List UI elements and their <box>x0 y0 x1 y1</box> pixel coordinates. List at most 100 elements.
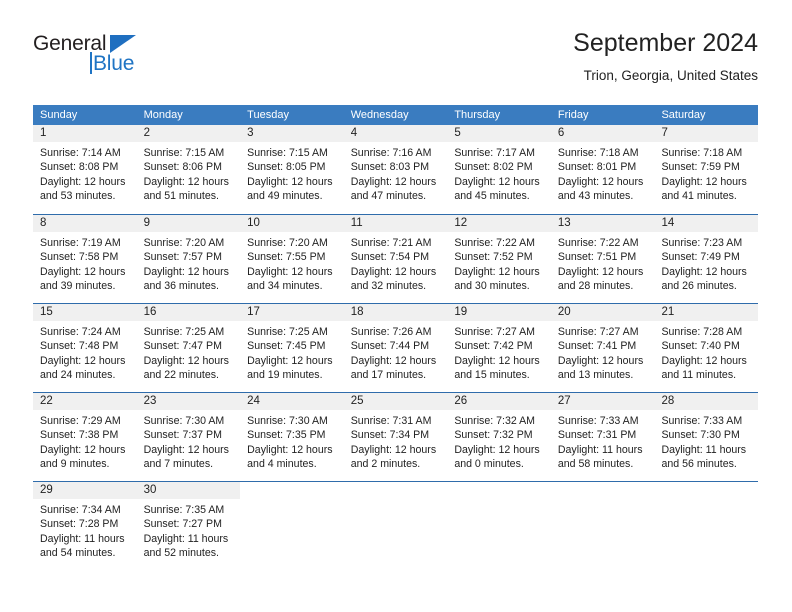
calendar-day-cell[interactable]: 11 Sunrise: 7:21 AM Sunset: 7:54 PM Dayligh… <box>343 215 448 303</box>
day-detail-line: and 0 minutes. <box>454 457 524 470</box>
calendar-day-cell[interactable]: 22 Sunrise: 7:29 AM Sunset: 7:38 PM Dayligh… <box>33 393 137 481</box>
day-number: 14 <box>654 215 759 232</box>
calendar-day-cell[interactable]: 30 Sunrise: 7:35 AM Sunset: 7:27 PM Dayligh… <box>136 482 241 570</box>
day-detail-lines: Sunrise: 7:25 AM Sunset: 7:45 PM Daylight:… <box>240 321 344 382</box>
calendar-week-row: 22 Sunrise: 7:29 AM Sunset: 7:38 PM Dayligh… <box>33 392 759 481</box>
calendar-day-cell[interactable]: 13 Sunrise: 7:22 AM Sunset: 7:51 PM Dayligh… <box>550 215 655 303</box>
day-detail-line: Sunset: 7:49 PM <box>661 251 740 264</box>
calendar-day-cell[interactable]: 7 Sunrise: 7:18 AM Sunset: 7:59 PM Daylight… <box>654 125 759 214</box>
dow-header-saturday: Saturday <box>661 109 706 121</box>
day-detail-lines: Sunrise: 7:16 AM Sunset: 8:03 PM Daylight:… <box>344 142 448 203</box>
day-number: 27 <box>550 393 655 410</box>
calendar-day-cell[interactable]: 4 Sunrise: 7:16 AM Sunset: 8:03 PM Daylight… <box>343 125 448 214</box>
day-detail-line: Sunrise: 7:33 AM <box>557 415 639 427</box>
day-detail-line: Sunset: 8:05 PM <box>247 161 326 174</box>
calendar-day-cell[interactable]: 9 Sunrise: 7:20 AM Sunset: 7:57 PM Daylight… <box>136 215 241 303</box>
day-detail-lines: Sunrise: 7:31 AM Sunset: 7:34 PM Daylight:… <box>344 410 448 471</box>
calendar-day-cell[interactable]: 10 Sunrise: 7:20 AM Sunset: 7:55 PM Dayligh… <box>240 215 344 303</box>
day-number: 26 <box>447 393 551 410</box>
calendar-day-cell[interactable]: 18 Sunrise: 7:26 AM Sunset: 7:44 PM Dayligh… <box>343 304 448 392</box>
day-detail-lines: Sunrise: 7:19 AM Sunset: 7:58 PM Daylight:… <box>33 232 137 293</box>
day-detail-line: Sunrise: 7:29 AM <box>40 415 121 427</box>
day-detail-line: Sunset: 7:59 PM <box>661 161 740 174</box>
day-detail-lines <box>447 499 551 503</box>
calendar-day-cell[interactable]: 8 Sunrise: 7:19 AM Sunset: 7:58 PM Daylight… <box>33 215 137 303</box>
day-detail-line: Sunset: 7:35 PM <box>247 429 326 442</box>
day-detail-lines: Sunrise: 7:20 AM Sunset: 7:55 PM Daylight:… <box>240 232 344 293</box>
day-detail-line: and 56 minutes. <box>661 457 737 470</box>
calendar-day-cell[interactable]: 15 Sunrise: 7:24 AM Sunset: 7:48 PM Dayligh… <box>33 304 137 392</box>
calendar-day-cell[interactable]: 27 Sunrise: 7:33 AM Sunset: 7:31 PM Dayligh… <box>550 393 655 481</box>
day-detail-line: Daylight: 12 hours <box>454 443 540 456</box>
calendar-day-cell[interactable]: 17 Sunrise: 7:25 AM Sunset: 7:45 PM Dayligh… <box>240 304 344 392</box>
day-number: 5 <box>447 125 551 142</box>
day-detail-line: Sunset: 7:52 PM <box>454 251 533 264</box>
calendar-day-cell[interactable]: 28 Sunrise: 7:33 AM Sunset: 7:30 PM Dayligh… <box>654 393 759 481</box>
day-detail-line: Sunset: 7:31 PM <box>557 429 637 442</box>
day-detail-lines <box>240 499 344 503</box>
calendar-day-cell[interactable]: 6 Sunrise: 7:18 AM Sunset: 8:01 PM Daylight… <box>550 125 655 214</box>
day-detail-line: Sunset: 7:44 PM <box>350 340 430 353</box>
day-detail-line: Sunset: 7:40 PM <box>661 340 740 353</box>
day-detail-line: Daylight: 12 hours <box>143 175 229 188</box>
calendar-week-row: 1 Sunrise: 7:14 AM Sunset: 8:08 PM Daylight… <box>33 125 759 214</box>
calendar-day-cell[interactable]: 12 Sunrise: 7:22 AM Sunset: 7:52 PM Dayligh… <box>447 215 551 303</box>
day-detail-line: Sunset: 8:08 PM <box>40 161 119 174</box>
day-number: 9 <box>136 215 241 232</box>
calendar-day-cell[interactable]: 19 Sunrise: 7:27 AM Sunset: 7:42 PM Dayligh… <box>447 304 551 392</box>
day-number: 18 <box>343 304 448 321</box>
day-number: 21 <box>654 304 759 321</box>
day-detail-line: Sunset: 7:55 PM <box>247 251 326 264</box>
day-detail-line: and 47 minutes. <box>350 189 427 202</box>
calendar-day-cell[interactable]: 3 Sunrise: 7:15 AM Sunset: 8:05 PM Daylight… <box>240 125 344 214</box>
day-detail-line: Sunrise: 7:25 AM <box>143 326 225 338</box>
brand-name-blue: Blue <box>93 52 135 75</box>
day-detail-line: and 54 minutes. <box>40 546 116 559</box>
calendar-day-cell[interactable]: 25 Sunrise: 7:31 AM Sunset: 7:34 PM Dayligh… <box>343 393 448 481</box>
day-detail-line: Sunrise: 7:20 AM <box>247 237 328 249</box>
day-detail-line: Sunrise: 7:15 AM <box>143 147 225 159</box>
day-detail-lines: Sunrise: 7:18 AM Sunset: 7:59 PM Daylight:… <box>654 142 758 203</box>
day-detail-line: and 28 minutes. <box>557 279 634 292</box>
day-detail-lines: Sunrise: 7:33 AM Sunset: 7:30 PM Daylight:… <box>654 410 758 471</box>
day-detail-line: Daylight: 12 hours <box>247 265 333 278</box>
day-number: 23 <box>136 393 241 410</box>
day-detail-line: Sunset: 8:02 PM <box>454 161 533 174</box>
calendar-day-cell[interactable]: 1 Sunrise: 7:14 AM Sunset: 8:08 PM Daylight… <box>33 125 137 214</box>
day-detail-line: Sunrise: 7:23 AM <box>661 237 743 249</box>
day-number <box>654 482 758 499</box>
day-detail-line: and 30 minutes. <box>454 279 530 292</box>
calendar-day-cell[interactable]: 16 Sunrise: 7:25 AM Sunset: 7:47 PM Dayligh… <box>136 304 241 392</box>
day-detail-lines: Sunrise: 7:29 AM Sunset: 7:38 PM Daylight:… <box>33 410 137 471</box>
calendar-day-cell[interactable]: 2 Sunrise: 7:15 AM Sunset: 8:06 PM Daylight… <box>136 125 241 214</box>
calendar-day-cell[interactable]: 21 Sunrise: 7:28 AM Sunset: 7:40 PM Dayligh… <box>654 304 759 392</box>
day-number: 28 <box>654 393 759 410</box>
day-detail-line: and 36 minutes. <box>143 279 219 292</box>
day-detail-line: Daylight: 12 hours <box>557 175 644 188</box>
brand-logo[interactable]: General Blue <box>33 32 233 88</box>
day-detail-lines: Sunrise: 7:21 AM Sunset: 7:54 PM Daylight:… <box>344 232 448 293</box>
day-detail-line: Sunset: 7:27 PM <box>143 518 222 531</box>
day-detail-lines: Sunrise: 7:33 AM Sunset: 7:31 PM Daylight:… <box>551 410 655 471</box>
day-detail-line: Sunrise: 7:26 AM <box>350 326 432 338</box>
day-number: 3 <box>240 125 344 142</box>
page-title: September 2024 <box>573 29 758 57</box>
calendar-day-cell[interactable]: 14 Sunrise: 7:23 AM Sunset: 7:49 PM Dayligh… <box>654 215 759 303</box>
day-detail-line: and 11 minutes. <box>661 368 737 381</box>
day-detail-line: Sunset: 7:37 PM <box>143 429 222 442</box>
calendar-day-cell-empty <box>447 482 551 570</box>
calendar-day-cell[interactable]: 29 Sunrise: 7:34 AM Sunset: 7:28 PM Dayligh… <box>33 482 137 570</box>
day-detail-line: and 13 minutes. <box>557 368 634 381</box>
day-of-week-header-row: Sunday Monday Tuesday Wednesday Thursday… <box>33 105 758 125</box>
calendar-day-cell[interactable]: 24 Sunrise: 7:30 AM Sunset: 7:35 PM Dayligh… <box>240 393 344 481</box>
day-detail-line: Sunset: 7:47 PM <box>143 340 222 353</box>
calendar-day-cell[interactable]: 23 Sunrise: 7:30 AM Sunset: 7:37 PM Dayligh… <box>136 393 241 481</box>
day-detail-line: and 39 minutes. <box>40 279 116 292</box>
day-detail-line: Sunset: 7:32 PM <box>454 429 533 442</box>
calendar-day-cell[interactable]: 20 Sunrise: 7:27 AM Sunset: 7:41 PM Dayligh… <box>550 304 655 392</box>
calendar-day-cell[interactable]: 5 Sunrise: 7:17 AM Sunset: 8:02 PM Daylight… <box>447 125 551 214</box>
calendar-day-cell[interactable]: 26 Sunrise: 7:32 AM Sunset: 7:32 PM Dayligh… <box>447 393 551 481</box>
day-detail-line: Daylight: 12 hours <box>557 265 644 278</box>
day-number: 12 <box>447 215 551 232</box>
day-number: 13 <box>550 215 655 232</box>
